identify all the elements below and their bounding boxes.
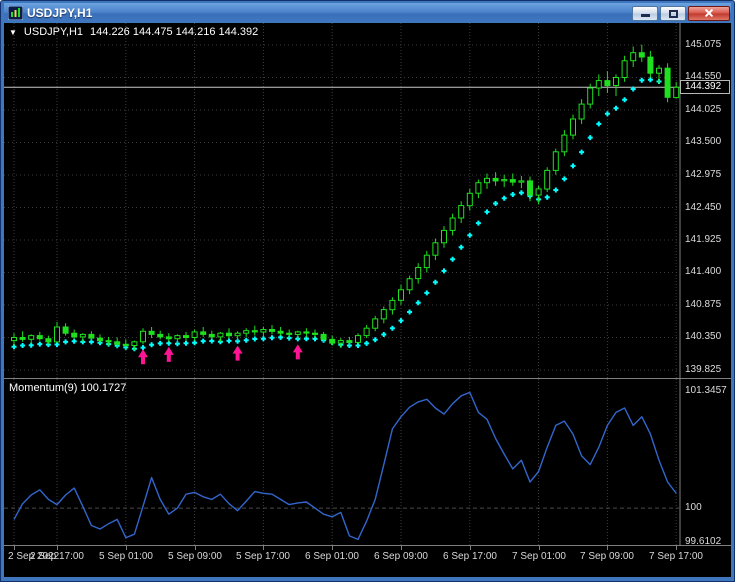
price-scale-label: 144.025 <box>685 104 722 115</box>
momentum-pane[interactable]: Momentum(9) 100.1727 101.3457 100 99.610… <box>4 379 731 547</box>
time-axis-tick <box>607 546 608 550</box>
grid-main <box>4 23 680 378</box>
momentum-canvas[interactable] <box>4 379 731 545</box>
quick-info-arrow-icon[interactable]: ▼ <box>9 27 17 38</box>
time-axis-tick <box>263 546 264 550</box>
price-scale-label: 140.350 <box>685 331 722 342</box>
time-axis-tick <box>539 546 540 550</box>
restore-icon <box>669 9 678 18</box>
time-axis-label: 6 Sep 17:00 <box>443 551 497 562</box>
price-scale-label: 142.975 <box>685 169 722 180</box>
price-scale-label: 141.400 <box>685 266 722 277</box>
price-scale-label: 143.500 <box>685 136 722 147</box>
info-ohlc-values: 144.226 144.475 144.216 144.392 <box>90 26 259 38</box>
current-price-label: 144.392 <box>680 80 730 94</box>
window-controls <box>632 5 730 21</box>
price-scale-label: 139.825 <box>685 364 722 375</box>
time-axis-tick <box>401 546 402 550</box>
time-axis-label: 5 Sep 17:00 <box>236 551 290 562</box>
price-scale[interactable]: 145.075 144.550 144.025 143.500 142.975 142.4… <box>681 23 731 378</box>
price-scale-label: 140.875 <box>685 299 722 310</box>
current-price-value: 144.392 <box>685 81 722 92</box>
title-bar[interactable]: USDJPY,H1 <box>4 3 731 23</box>
ohlc-info-line[interactable]: ▼ USDJPY,H1 144.226 144.475 144.216 144.… <box>9 26 258 38</box>
time-axis-tick <box>332 546 333 550</box>
momentum-max-label: 101.3457 <box>685 385 727 396</box>
time-axis-tick <box>57 546 58 550</box>
time-axis-label: 7 Sep 01:00 <box>512 551 566 562</box>
time-axis-label: 2 Sep 17:00 <box>30 551 84 562</box>
buy-arrows <box>138 344 303 365</box>
price-scale-label: 141.925 <box>685 234 722 245</box>
minimize-icon <box>641 13 650 17</box>
info-symbol-period: USDJPY,H1 <box>23 26 84 38</box>
time-axis-label: 5 Sep 09:00 <box>168 551 222 562</box>
time-axis-label: 7 Sep 09:00 <box>580 551 634 562</box>
restore-button[interactable] <box>660 5 686 21</box>
momentum-info-line: Momentum(9) 100.1727 <box>9 382 126 394</box>
time-axis-tick <box>126 546 127 550</box>
price-scale-label: 145.075 <box>685 39 722 50</box>
minimize-button[interactable] <box>632 5 658 21</box>
momentum-level-label: 100 <box>685 502 702 513</box>
momentum-label: Momentum(9) 100.1727 <box>9 382 127 394</box>
time-axis-label: 6 Sep 09:00 <box>374 551 428 562</box>
time-axis-tick <box>195 546 196 550</box>
close-button[interactable] <box>688 5 730 21</box>
time-axis-label: 5 Sep 01:00 <box>99 551 153 562</box>
buy-arrow-icon <box>292 344 303 360</box>
time-axis-tick <box>676 546 677 550</box>
time-axis-tick <box>470 546 471 550</box>
price-scale-label: 142.450 <box>685 202 722 213</box>
buy-arrow-icon <box>138 349 148 365</box>
chart-window-icon <box>7 5 24 21</box>
price-chart-canvas[interactable] <box>4 23 731 378</box>
candles <box>11 44 680 350</box>
time-axis-label: 7 Sep 17:00 <box>649 551 703 562</box>
chart-window: USDJPY,H1 ▼ USDJPY,H1 144.226 144.475 14… <box>0 0 735 582</box>
window-title: USDJPY,H1 <box>27 6 93 20</box>
buy-arrow-icon <box>163 346 174 362</box>
buy-arrow-icon <box>232 345 243 361</box>
time-axis-label: 6 Sep 01:00 <box>305 551 359 562</box>
momentum-line <box>13 391 677 541</box>
grid-momentum <box>13 379 677 545</box>
close-icon <box>703 7 715 19</box>
time-axis[interactable]: 2 Sep 2022 2 Sep 17:00 5 Sep 01:00 5 Sep 09… <box>4 546 731 577</box>
time-axis-tick <box>14 546 15 550</box>
price-chart-pane[interactable]: ▼ USDJPY,H1 144.226 144.475 144.216 144.… <box>4 23 731 378</box>
chart-area: ▼ USDJPY,H1 144.226 144.475 144.216 144.… <box>4 23 731 577</box>
